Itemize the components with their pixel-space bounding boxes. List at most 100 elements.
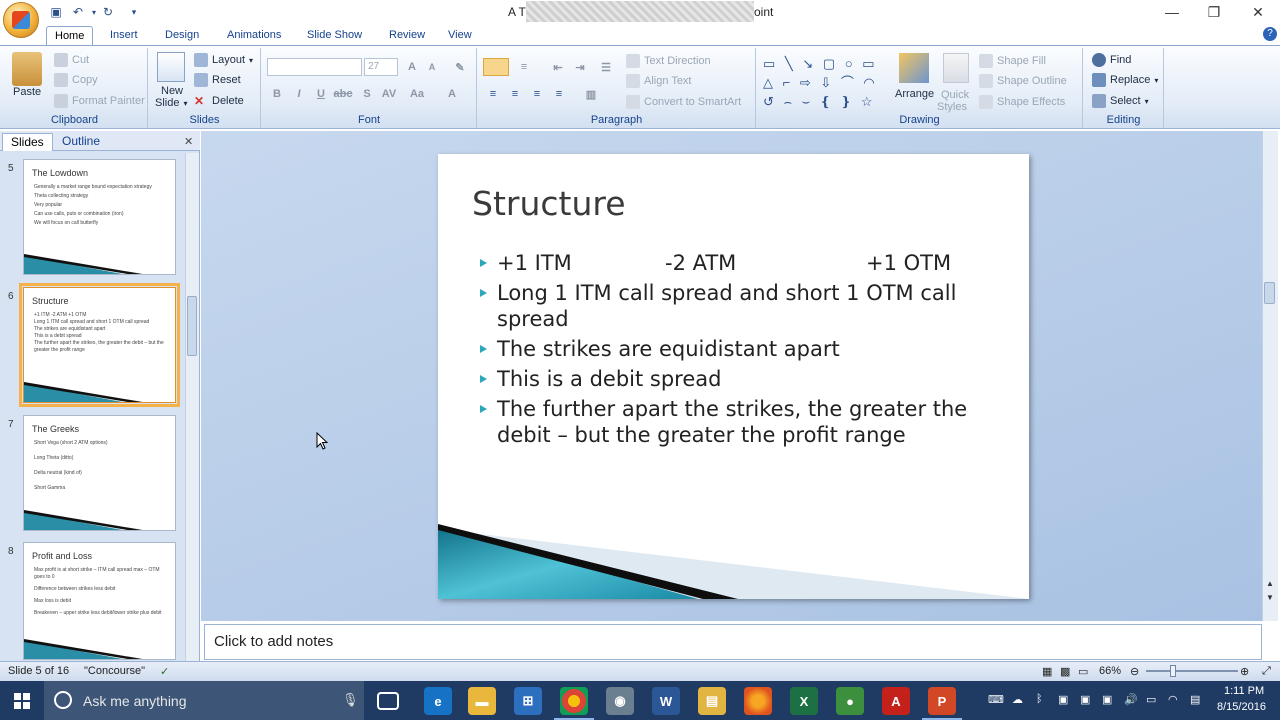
fit-to-window-icon[interactable]: ⤢ (1262, 665, 1271, 678)
redo-icon[interactable]: ↻ (100, 4, 116, 20)
slide-sorter-icon[interactable]: ▩ (1060, 665, 1070, 678)
slide-body[interactable]: +1 ITM -2 ATM +1 OTM Long 1 ITM call sprea… (478, 250, 998, 452)
previous-slide-icon[interactable]: ▲ (1264, 579, 1276, 589)
shape-fill-button[interactable]: Shape Fill (979, 54, 1046, 68)
change-case-icon[interactable]: Aa (407, 85, 427, 103)
align-text-button[interactable]: Align Text (626, 74, 692, 88)
close-icon[interactable]: ✕ (1236, 0, 1280, 24)
tab-home[interactable]: Home (46, 26, 94, 46)
panel-close-icon[interactable]: ✕ (184, 135, 193, 148)
snipping-tool-icon[interactable]: ◉ (606, 687, 634, 715)
clock-time[interactable]: 1:11 PM (1224, 685, 1264, 697)
normal-view-icon[interactable]: ▦ (1042, 665, 1052, 678)
font-color-icon[interactable]: A (442, 85, 462, 103)
format-painter-button[interactable]: Format Painter (54, 94, 145, 108)
shape-outline-button[interactable]: Shape Outline (979, 74, 1067, 88)
paste-button[interactable]: Paste (13, 86, 41, 98)
tab-view[interactable]: View (440, 26, 480, 46)
next-slide-icon[interactable]: ▼ (1264, 593, 1276, 603)
tab-review[interactable]: Review (381, 26, 433, 46)
align-center-icon[interactable]: ≡ (505, 85, 525, 103)
office-button[interactable] (3, 2, 39, 38)
quick-styles-button-line2[interactable]: Styles (937, 101, 967, 113)
slides-panel-scrollbar[interactable] (185, 153, 199, 661)
align-right-icon[interactable]: ≡ (527, 85, 547, 103)
quick-styles-icon[interactable] (943, 53, 969, 83)
task-view-icon[interactable] (377, 692, 399, 710)
workspace-scroll-thumb[interactable] (1264, 282, 1275, 304)
underline-icon[interactable]: U (311, 85, 331, 103)
increase-indent-icon[interactable]: ⇥ (570, 58, 590, 76)
zoom-slider[interactable] (1146, 670, 1238, 672)
tab-slides[interactable]: Slides (2, 133, 53, 151)
line-spacing-icon[interactable]: ☰ (596, 58, 616, 76)
wifi-icon[interactable]: ◠ (1168, 693, 1178, 706)
tab-outline[interactable]: Outline (54, 133, 108, 151)
decrease-indent-icon[interactable]: ⇤ (548, 58, 568, 76)
slide-thumbnail-7[interactable]: The Greeks Short Vega (short 2 ATM optio… (23, 415, 176, 531)
bluetooth-icon[interactable]: ᛒ (1036, 693, 1043, 705)
excel-icon[interactable]: X (790, 687, 818, 715)
powerpoint-icon[interactable]: P (922, 687, 962, 720)
clock-date[interactable]: 8/15/2016 (1217, 701, 1266, 713)
keyboard-icon[interactable]: ⌨ (988, 693, 1004, 706)
delete-button[interactable]: ✕ Delete (194, 94, 244, 108)
file-explorer-icon[interactable]: ▬ (468, 687, 496, 715)
shrink-font-icon[interactable]: A (422, 58, 442, 76)
quick-styles-button[interactable]: Quick (941, 89, 969, 101)
microphone-icon[interactable]: 🎙 (342, 692, 359, 708)
slide-show-view-icon[interactable]: ▭ (1078, 665, 1088, 678)
edge-browser-icon[interactable]: e (424, 687, 452, 715)
strikethrough-icon[interactable]: abc (333, 85, 353, 103)
zoom-in-icon[interactable]: ⊕ (1240, 665, 1249, 678)
firefox-icon[interactable] (744, 687, 772, 715)
tray-app-icon[interactable]: ▣ (1080, 693, 1090, 706)
new-slide-button[interactable]: New (161, 85, 183, 97)
workspace-scrollbar[interactable] (1262, 131, 1278, 621)
new-slide-button-line2[interactable]: Slide ▾ (155, 97, 187, 109)
shape-effects-button[interactable]: Shape Effects (979, 95, 1065, 109)
shadow-icon[interactable]: S (357, 85, 377, 103)
bold-icon[interactable]: B (267, 85, 287, 103)
notes-pane[interactable]: Click to add notes (204, 624, 1262, 660)
convert-smartart-button[interactable]: Convert to SmartArt (626, 95, 741, 109)
acrobat-icon[interactable]: A (882, 687, 910, 715)
bullets-icon[interactable] (483, 58, 509, 76)
slide-thumbnail-8[interactable]: Profit and Loss Max profit is at short s… (23, 542, 176, 660)
layout-button[interactable]: Layout ▾ (194, 53, 253, 67)
windows-start-icon[interactable] (0, 681, 44, 720)
numbering-icon[interactable]: ≡ (514, 58, 534, 76)
action-center-icon[interactable]: ▤ (1190, 693, 1200, 706)
align-left-icon[interactable]: ≡ (483, 85, 503, 103)
zoom-out-icon[interactable]: ⊖ (1130, 665, 1139, 678)
select-button[interactable]: Select ▾ (1092, 94, 1149, 108)
cloud-icon[interactable]: ☁ (1012, 693, 1023, 706)
customize-qat-icon[interactable]: ▾ (126, 4, 142, 20)
char-spacing-icon[interactable]: AV (379, 85, 399, 103)
font-size-combo[interactable]: 27 (364, 58, 398, 76)
shapes-gallery[interactable]: ▭ ╲ ↘ ▢ ○ ▭ △ ⌐ ⇨ ⇩ ⌒ ◠ ↺ ⌢ ⌣ ❴ ❵ ☆ (763, 54, 883, 109)
paste-icon[interactable] (12, 52, 42, 86)
zoom-level[interactable]: 66% (1099, 665, 1121, 677)
folder-icon[interactable]: ▤ (698, 687, 726, 715)
grow-font-icon[interactable]: A (402, 58, 422, 76)
cut-button[interactable]: Cut (54, 53, 89, 67)
font-name-combo[interactable] (267, 58, 362, 76)
tray-app-icon[interactable]: ▣ (1102, 693, 1112, 706)
help-icon[interactable]: ? (1263, 27, 1277, 41)
store-icon[interactable]: ⊞ (514, 687, 542, 715)
slide-thumbnail-6[interactable]: Structure +1 ITM -2 ATM +1 OTM Long 1 IT… (19, 283, 180, 407)
justify-icon[interactable]: ≡ (549, 85, 569, 103)
slides-panel-scroll-thumb[interactable] (187, 296, 197, 356)
tab-insert[interactable]: Insert (102, 26, 146, 46)
battery-icon[interactable]: ▭ (1146, 693, 1156, 706)
clear-format-icon[interactable]: ✎ (450, 58, 470, 76)
replace-button[interactable]: Replace ▾ (1092, 73, 1158, 87)
slide-title[interactable]: Structure (472, 184, 626, 223)
tab-animations[interactable]: Animations (219, 26, 289, 46)
spell-check-icon[interactable]: ✓ (160, 665, 169, 678)
columns-icon[interactable]: ▥ (581, 85, 601, 103)
zoom-slider-knob[interactable] (1170, 665, 1176, 677)
slide-thumbnail-5[interactable]: The Lowdown Generally a market range bou… (23, 159, 176, 275)
restore-icon[interactable]: ❐ (1192, 0, 1236, 24)
